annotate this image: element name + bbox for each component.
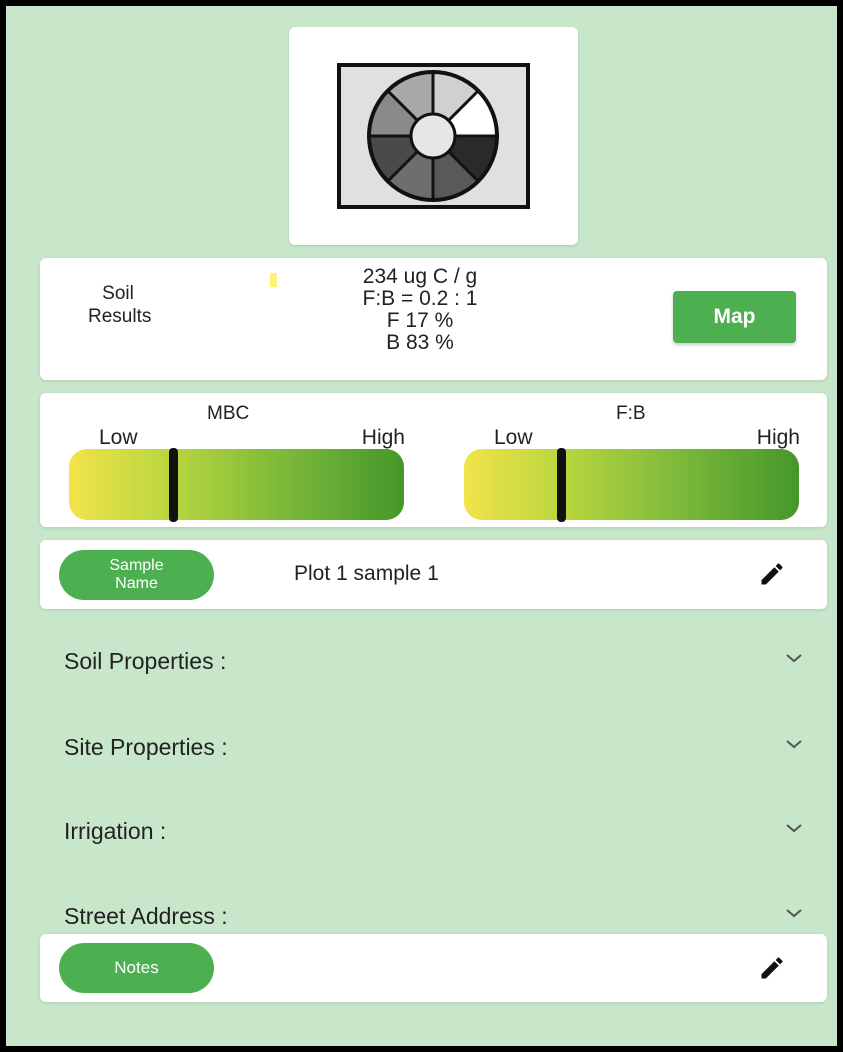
gauge-needle [169,448,178,522]
results-card: Soil Results 234 ug C / g F:B = 0.2 : 1 … [40,258,827,380]
soil-results-label: Soil Results [88,282,152,328]
sample-name-pill: Sample Name [59,550,214,600]
chevron-down-icon [786,824,802,833]
device-frame: Soil Results 234 ug C / g F:B = 0.2 : 1 … [0,0,843,1052]
section-soil-properties[interactable]: Soil Properties : [40,630,827,690]
gauge-low-label: Low [99,426,138,449]
gauge-high-label: High [361,426,405,449]
section-label: Street Address : [64,903,228,929]
results-values: 234 ug C / g F:B = 0.2 : 1 F 17 % B 83 % [290,266,550,354]
sample-name-value: Plot 1 sample 1 [294,562,439,585]
gauge-bar [464,449,799,520]
map-button[interactable]: Map [673,291,796,343]
fb-ratio: F:B = 0.2 : 1 [362,287,478,310]
logo-card [289,27,578,245]
gauges-card: MBC Low High F:B Low High [40,393,827,527]
highlight-marker [270,273,277,287]
chevron-down-icon [786,654,802,663]
section-irrigation[interactable]: Irrigation : [40,800,827,860]
fb-gauge: F:B Low High [464,393,804,527]
notes-card: Notes [40,934,827,1002]
section-label: Soil Properties : [64,648,227,674]
sample-pill-line2: Name [115,575,158,592]
chevron-down-icon [786,740,802,749]
gauge-needle [557,448,566,522]
mbc-value: 234 ug C / g [362,265,478,288]
sample-name-card: Sample Name Plot 1 sample 1 [40,540,827,609]
pencil-icon[interactable] [758,560,786,588]
gauge-title: F:B [616,403,646,424]
section-site-properties[interactable]: Site Properties : [40,716,827,776]
soil-results-label-line2: Results [88,306,152,327]
soil-results-label-line1: Soil [102,283,134,304]
gauge-title: MBC [207,403,250,424]
gauge-low-label: Low [494,426,533,449]
screen: Soil Results 234 ug C / g F:B = 0.2 : 1 … [6,6,837,1046]
section-label: Irrigation : [64,818,167,844]
chevron-down-icon [786,909,802,918]
soil-wheel-logo-icon [337,63,530,209]
gauge-high-label: High [756,426,800,449]
sample-pill-line1: Sample [109,557,164,574]
fungi-percent: F 17 % [386,309,454,332]
gauge-bar [69,449,404,520]
notes-pill: Notes [59,943,214,993]
bacteria-percent: B 83 % [386,331,454,354]
mbc-gauge: MBC Low High [69,393,409,527]
section-label: Site Properties : [64,734,228,760]
pencil-icon[interactable] [758,954,786,982]
